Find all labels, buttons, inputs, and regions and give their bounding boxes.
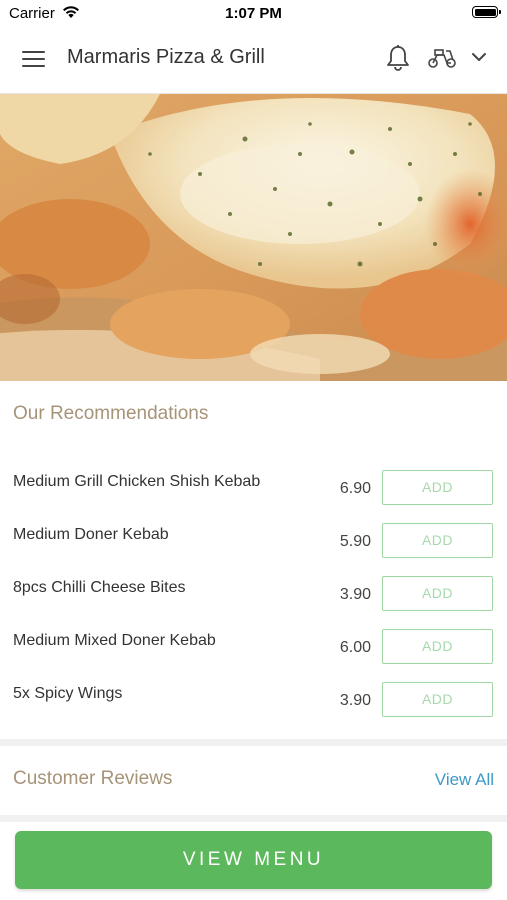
add-button[interactable]: ADD [382,629,493,664]
add-button[interactable]: ADD [382,576,493,611]
pizza-illustration [0,94,507,381]
add-button[interactable]: ADD [382,470,493,505]
hero-pizza-image [0,94,507,381]
item-price: 3.90 [339,586,371,603]
recommendations-heading: Our Recommendations [13,403,209,424]
status-time: 1:07 PM [225,5,282,22]
add-button[interactable]: ADD [382,523,493,558]
item-name: 8pcs Chilli Cheese Bites [13,579,186,596]
item-name: Medium Grill Chicken Shish Kebab [13,473,261,490]
item-price: 3.90 [339,692,371,709]
menu-item: 8pcs Chilli Cheese Bites 3.90 ADD [0,576,507,629]
item-price: 6.00 [339,639,371,656]
menu-item: Medium Mixed Doner Kebab 6.00 ADD [0,629,507,682]
menu-item: Medium Doner Kebab 5.90 ADD [0,523,507,576]
view-menu-button[interactable]: VIEW MENU [15,831,492,889]
restaurant-title: Marmaris Pizza & Grill [67,46,265,68]
scooter-icon[interactable] [427,47,457,69]
item-name: Medium Doner Kebab [13,526,169,543]
app-header: Marmaris Pizza & Grill [0,26,507,94]
item-price: 6.90 [339,480,371,497]
bell-icon[interactable] [385,44,411,72]
menu-item: 5x Spicy Wings 3.90 ADD [0,682,507,735]
section-divider [0,739,507,746]
battery-icon [472,6,501,18]
item-name: Medium Mixed Doner Kebab [13,632,216,649]
hamburger-menu-icon[interactable] [22,50,46,68]
section-divider [0,815,507,822]
view-all-reviews-link[interactable]: View All [435,770,494,790]
bottom-bar: VIEW MENU [0,822,507,900]
add-button[interactable]: ADD [382,682,493,717]
menu-item: Medium Grill Chicken Shish Kebab 6.90 AD… [0,470,507,523]
item-name: 5x Spicy Wings [13,685,123,702]
item-price: 5.90 [339,533,371,550]
reviews-heading: Customer Reviews [13,768,173,789]
chevron-down-icon[interactable] [471,52,487,62]
status-bar: Carrier 1:07 PM [0,0,507,26]
